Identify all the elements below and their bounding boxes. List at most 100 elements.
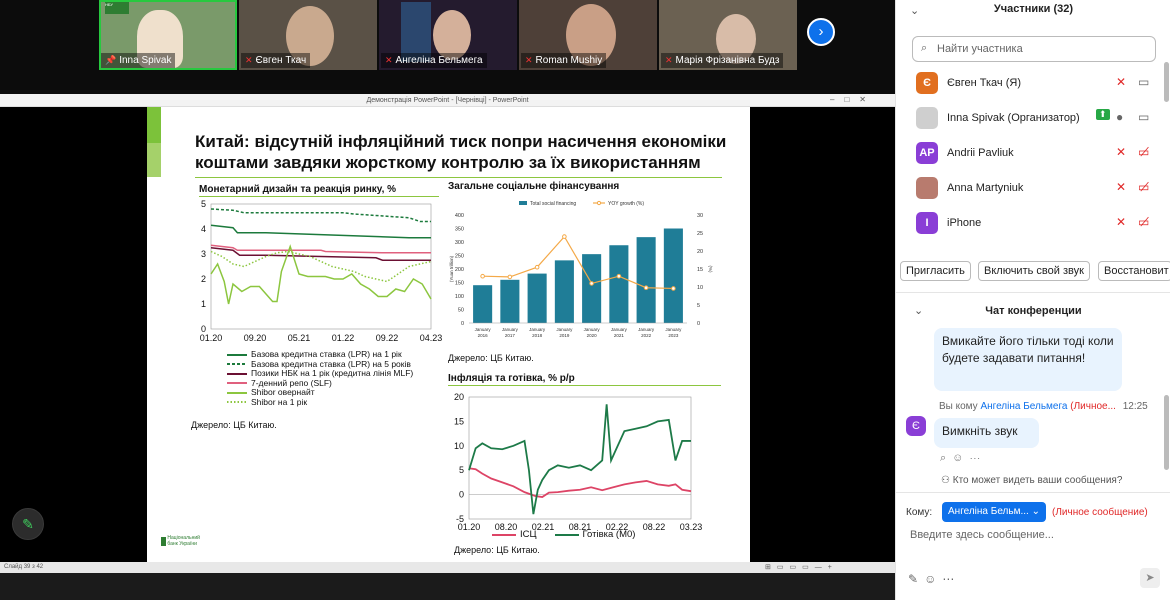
invite-button[interactable]: Пригласить — [900, 261, 971, 281]
mic-muted-icon[interactable]: ✕ — [1116, 180, 1126, 194]
nbu-logo-mark — [161, 536, 166, 546]
participant-row[interactable]: Anna Martyniuk ✕ ▭̸ — [916, 176, 1156, 200]
chart2-x-tick-year: 2017 — [505, 333, 516, 338]
chat-recipient-link[interactable]: Ангеліна Бельмега — [980, 401, 1067, 412]
pin-icon: 📌 — [105, 55, 117, 65]
legend-swatch — [492, 533, 516, 536]
video-off-icon[interactable]: ▭̸ — [1138, 180, 1149, 194]
participant-avatar: I — [916, 212, 938, 234]
legend-swatch — [227, 353, 247, 356]
reply-icon[interactable]: ⌕ — [940, 452, 952, 464]
video-icon[interactable]: ▭ — [1138, 75, 1149, 89]
chart2-x-tick-month: January — [665, 327, 682, 332]
mic-muted-icon[interactable]: ✕ — [1116, 215, 1126, 229]
video-tile-name: ✕ Roman Mushiy — [521, 53, 607, 68]
annotate-pen-button[interactable]: ✎ — [12, 508, 44, 540]
mic-icon[interactable]: ● — [1116, 110, 1123, 124]
video-icon[interactable]: ▭ — [1138, 110, 1149, 124]
format-icon[interactable]: ✎ — [908, 572, 924, 586]
chart1-divider — [199, 196, 439, 197]
chart2-y2-tick: 15 — [697, 267, 703, 273]
chart2-bar — [500, 279, 520, 323]
private-message-label: (Личное сообщение) — [1052, 507, 1148, 518]
chart3-y-tick: 0 — [459, 490, 464, 500]
chat-message-header: Вы кому Ангеліна Бельмега (Личное... 12:… — [939, 401, 1148, 412]
participants-scrollbar[interactable] — [1164, 62, 1169, 102]
video-tile-roman-mushiy[interactable]: ✕ Roman Mushiy — [519, 0, 657, 70]
chart1-x-tick: 04.23 — [420, 333, 442, 343]
mic-muted-icon[interactable]: ✕ — [1116, 145, 1126, 159]
emoji-picker-icon[interactable]: ☺ — [924, 572, 942, 586]
mic-muted-icon[interactable]: ✕ — [1116, 75, 1126, 89]
video-off-icon[interactable]: ▭̸ — [1138, 215, 1149, 229]
chat-avatar: Є — [906, 416, 926, 436]
chart2-bar — [582, 254, 602, 323]
chat-scrollbar[interactable] — [1164, 395, 1169, 470]
participant-search-input[interactable]: ⌕ Найти участника — [912, 36, 1156, 62]
chart2-x-tick-month: January — [475, 327, 492, 332]
chart1-title: Монетарний дизайн та реакція ринку, % — [199, 184, 397, 195]
participant-name: Anna Martyniuk — [947, 182, 1024, 194]
next-video-page-button[interactable]: › — [807, 18, 835, 46]
chart2-y2-label: (%) — [708, 266, 713, 273]
ppt-window-title: Демонстрація PowerPoint - [Чернівці] - P… — [0, 94, 895, 107]
participant-row[interactable]: IiPhone ✕ ▭̸ — [916, 211, 1156, 235]
to-label: Кому: — [906, 507, 933, 518]
chart3-y-tick: 10 — [454, 441, 464, 451]
who-can-see-text: Кто может видеть ваши сообщения? — [952, 475, 1123, 486]
chart3-y-tick: 15 — [454, 416, 464, 426]
taskbar-strip — [0, 573, 895, 600]
video-tile-anhelina-belmeha[interactable]: ✕ Ангеліна Бельмега — [379, 0, 517, 70]
chart2-y-tick: 300 — [455, 240, 464, 246]
ppt-view-controls[interactable]: ⊞▭▭▭—+ — [765, 563, 838, 571]
chart2-y2-tick: 10 — [697, 285, 703, 291]
participant-name: iPhone — [947, 217, 982, 229]
chart2-growth-point — [562, 234, 567, 239]
chart2-y2-tick: 5 — [697, 303, 700, 309]
chart2-x-tick-month: January — [611, 327, 628, 332]
legend-swatch — [227, 372, 247, 375]
restore-button[interactable]: Восстановит — [1098, 261, 1170, 281]
participant-row[interactable]: Є Євген Ткач (Я) ✕ ▭ — [916, 71, 1156, 95]
video-tile-name: ✕ Ангеліна Бельмега — [381, 53, 487, 68]
more-icon[interactable]: ⋯ — [969, 452, 986, 464]
side-panel: ⌄ Участники (32) ⌕ Найти участника Є Євге… — [895, 0, 1170, 600]
nbu-logo: Національний банк України — [161, 535, 221, 547]
participant-row[interactable]: AP Andrii Pavliuk ✕ ▭̸ — [916, 141, 1156, 165]
participant-row[interactable]: Inna Spivak (Организатор) ⬆ ● ▭ — [916, 106, 1156, 130]
chart2-x-tick-year: 2023 — [668, 333, 679, 338]
chart1-y-tick: 1 — [201, 299, 206, 309]
emoji-icon[interactable]: ☺ — [952, 452, 969, 464]
recipient-dropdown[interactable]: Ангеліна Бельм... ⌄ — [942, 502, 1046, 522]
chart2-growth-point — [671, 286, 676, 291]
unmute-self-button[interactable]: Включить свой звук — [978, 261, 1090, 281]
send-button[interactable]: ➤ — [1140, 568, 1160, 588]
more-options-icon[interactable]: ⋯ — [942, 572, 960, 586]
recipient-value: Ангеліна Бельм... — [948, 506, 1029, 517]
legend-label: ІСЦ — [520, 529, 537, 540]
send-icon: ➤ — [1145, 572, 1155, 584]
chart2-legend-label: Total social financing — [530, 201, 576, 207]
who-can-see-link[interactable]: ⚇ Кто может видеть ваши сообщения? — [941, 475, 1122, 486]
video-off-icon[interactable]: ▭̸ — [1138, 145, 1149, 159]
chart3-frame — [468, 396, 692, 520]
participant-avatar: Є — [916, 72, 938, 94]
video-tile-mariia-budz[interactable]: ✕ Марія Фрізанівна Будз — [659, 0, 797, 70]
chart2-title: Загальне соціальне фінансування — [448, 181, 620, 192]
chart1-source: Джерело: ЦБ Китаю. — [191, 420, 277, 430]
video-tile-yevhen-tkach[interactable]: ✕ Євген Ткач — [239, 0, 377, 70]
chart3-legend-item: Готівка (М0) — [554, 530, 635, 540]
chat-toolbar[interactable]: ✎☺⋯ — [908, 572, 960, 586]
chat-input[interactable]: Введите здесь сообщение... — [910, 529, 1160, 545]
chart1-x-tick: 09.20 — [244, 333, 267, 343]
chart2-legend-label: YOY growth (%) — [608, 201, 644, 207]
chart3-y-tick: 20 — [454, 392, 464, 402]
video-tile-inna-spivak[interactable]: НБУ 📌 Inna Spivak — [99, 0, 237, 70]
chart2-y-tick: 100 — [455, 294, 464, 300]
chart3-y-tick: 5 — [459, 465, 464, 475]
chart2-source: Джерело: ЦБ Китаю. — [448, 353, 534, 363]
window-controls[interactable]: –□✕ — [830, 95, 876, 104]
chart2-x-tick-month: January — [502, 327, 519, 332]
message-actions[interactable]: ⌕☺⋯ — [940, 452, 986, 465]
legend-swatch — [554, 533, 579, 536]
